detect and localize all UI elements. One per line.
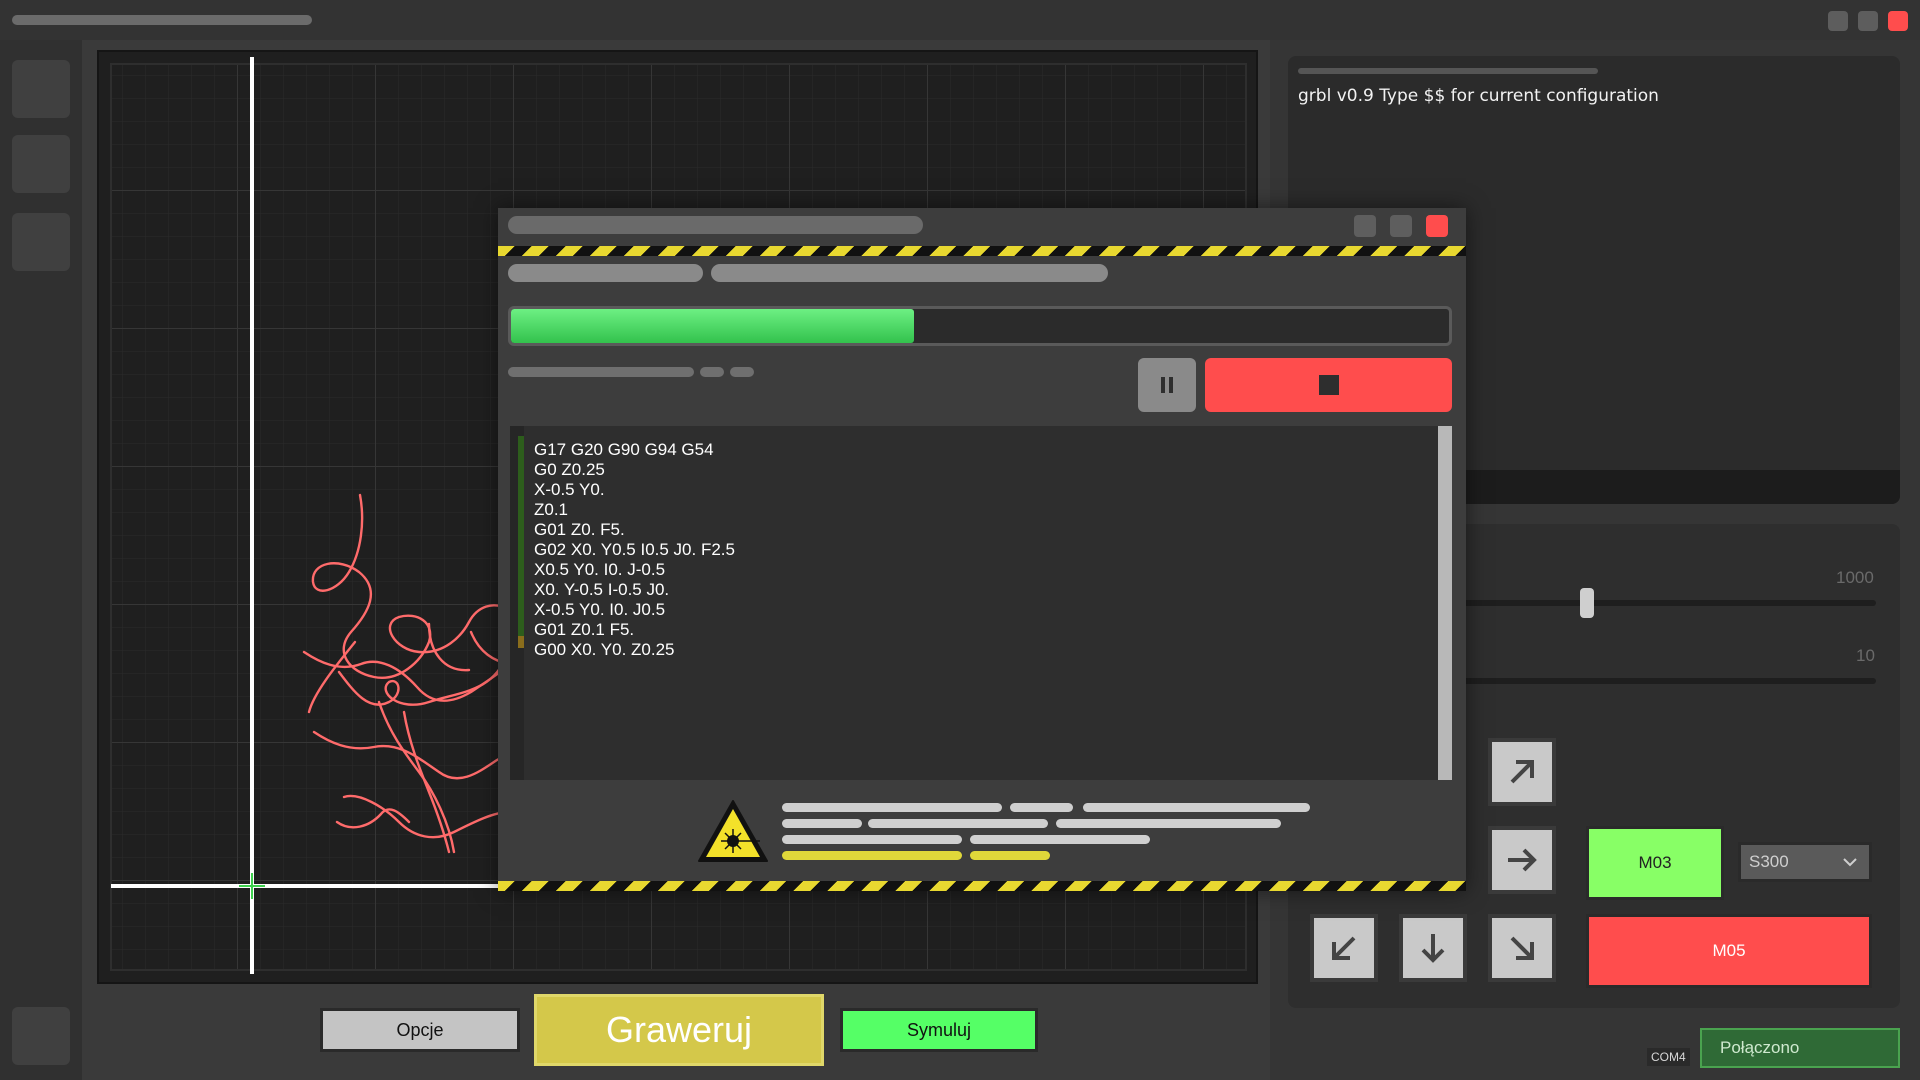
close-button[interactable] (1888, 11, 1908, 31)
hazard-stripe-bottom (498, 881, 1466, 891)
laser-warning-icon (698, 800, 768, 862)
arrow-up-right-icon (1510, 760, 1534, 784)
jog-down-button[interactable] (1399, 914, 1467, 982)
dialog-minimize-button[interactable] (1354, 215, 1376, 237)
dialog-subtitle-placeholder-1 (508, 264, 703, 282)
arrow-down-right-icon (1510, 936, 1534, 960)
stop-icon (1318, 375, 1339, 395)
spindle-speed-select[interactable]: S300 (1738, 842, 1872, 882)
engraving-progress-dialog: G17 G20 G90 G94 G54 G0 Z0.25 X-0.5 Y0. Z0.1… (498, 208, 1466, 891)
gcode-line: G01 Z0. F5. (534, 520, 625, 539)
sidebar-button-bottom[interactable] (12, 1007, 70, 1065)
slider-2-track[interactable] (1460, 678, 1876, 684)
minimize-button[interactable] (1828, 11, 1848, 31)
simulate-button[interactable]: Symuluj (840, 1008, 1038, 1052)
slider-1-max-label: 1000 (1836, 568, 1874, 587)
slider-2-max-label: 10 (1856, 646, 1875, 665)
warning-text-placeholder (1010, 803, 1073, 812)
warning-highlight-placeholder (782, 851, 962, 860)
gcode-lines: G17 G20 G90 G94 G54 G0 Z0.25 X-0.5 Y0. Z0.1… (534, 440, 735, 660)
slider-1-track[interactable] (1460, 600, 1876, 606)
jog-right-button[interactable] (1488, 826, 1556, 894)
gcode-line: G0 Z0.25 (534, 460, 605, 479)
engraving-progress-bar (508, 306, 1452, 346)
progress-bar-fill (511, 309, 915, 343)
warning-text-placeholder (782, 835, 962, 844)
dialog-subtitle-placeholder-2 (711, 264, 1108, 282)
jog-up-right-button[interactable] (1488, 738, 1556, 806)
hazard-stripe-top (498, 246, 1466, 256)
connection-status-button[interactable]: Połączono (1700, 1028, 1900, 1068)
gcode-done-marker (518, 436, 524, 636)
warning-text-placeholder (1083, 803, 1310, 812)
status-placeholder-3 (730, 367, 754, 377)
spindle-on-button[interactable]: M03 (1586, 826, 1724, 900)
window-title-placeholder (12, 15, 312, 25)
console-title-placeholder (1298, 68, 1598, 74)
warning-text-placeholder (970, 835, 1150, 844)
arrow-down-left-icon (1332, 936, 1356, 960)
slider-1-thumb[interactable] (1580, 588, 1594, 618)
warning-text-placeholder (868, 819, 1048, 828)
stop-button[interactable] (1205, 358, 1452, 412)
sidebar-button-2[interactable] (12, 135, 70, 193)
spindle-off-button[interactable]: M05 (1586, 914, 1872, 988)
gcode-current-marker (518, 636, 524, 648)
jog-down-left-button[interactable] (1310, 914, 1378, 982)
window-titlebar (0, 0, 1920, 40)
arrow-down-icon (1421, 934, 1445, 963)
options-button[interactable]: Opcje (320, 1008, 520, 1052)
warning-text-placeholder (1056, 819, 1281, 828)
dialog-close-button[interactable] (1426, 215, 1448, 237)
spindle-speed-value: S300 (1749, 852, 1789, 871)
gcode-line: G17 G20 G90 G94 G54 (534, 440, 714, 459)
gcode-line: X-0.5 Y0. I0. J0.5 (534, 600, 666, 619)
gcode-line: Z0.1 (534, 500, 569, 519)
maximize-button[interactable] (1858, 11, 1878, 31)
engrave-button[interactable]: Graweruj (534, 994, 824, 1066)
dialog-maximize-button[interactable] (1390, 215, 1412, 237)
sidebar-button-1[interactable] (12, 60, 70, 118)
chevron-down-icon (1843, 858, 1857, 867)
com-port-label: COM4 (1647, 1048, 1690, 1066)
pause-button[interactable] (1138, 358, 1196, 412)
jog-down-right-button[interactable] (1488, 914, 1556, 982)
arrow-right-icon (1508, 848, 1537, 872)
gcode-line: X0.5 Y0. I0. J-0.5 (534, 560, 666, 579)
pause-icon (1161, 377, 1173, 393)
warning-text-placeholder (782, 803, 1002, 812)
warning-highlight-placeholder (970, 851, 1050, 860)
gcode-line: G00 X0. Y0. Z0.25 (534, 640, 675, 659)
gcode-line: X-0.5 Y0. (534, 480, 605, 499)
status-placeholder-2 (700, 367, 724, 377)
gcode-scrollbar[interactable] (1438, 426, 1452, 780)
gcode-line: X0. Y-0.5 I-0.5 J0. (534, 580, 670, 599)
sidebar-button-3[interactable] (12, 213, 70, 271)
gcode-line: G02 X0. Y0.5 I0.5 J0. F2.5 (534, 540, 735, 559)
warning-text-placeholder (782, 819, 862, 828)
dialog-title-placeholder (508, 216, 923, 234)
gcode-line: G01 Z0.1 F5. (534, 620, 635, 639)
status-placeholder-1 (508, 367, 694, 377)
left-sidebar (0, 40, 82, 1080)
console-message: grbl v0.9 Type $$ for current configurat… (1298, 86, 1659, 106)
gcode-viewer[interactable]: G17 G20 G90 G94 G54 G0 Z0.25 X-0.5 Y0. Z0.1… (510, 426, 1452, 780)
